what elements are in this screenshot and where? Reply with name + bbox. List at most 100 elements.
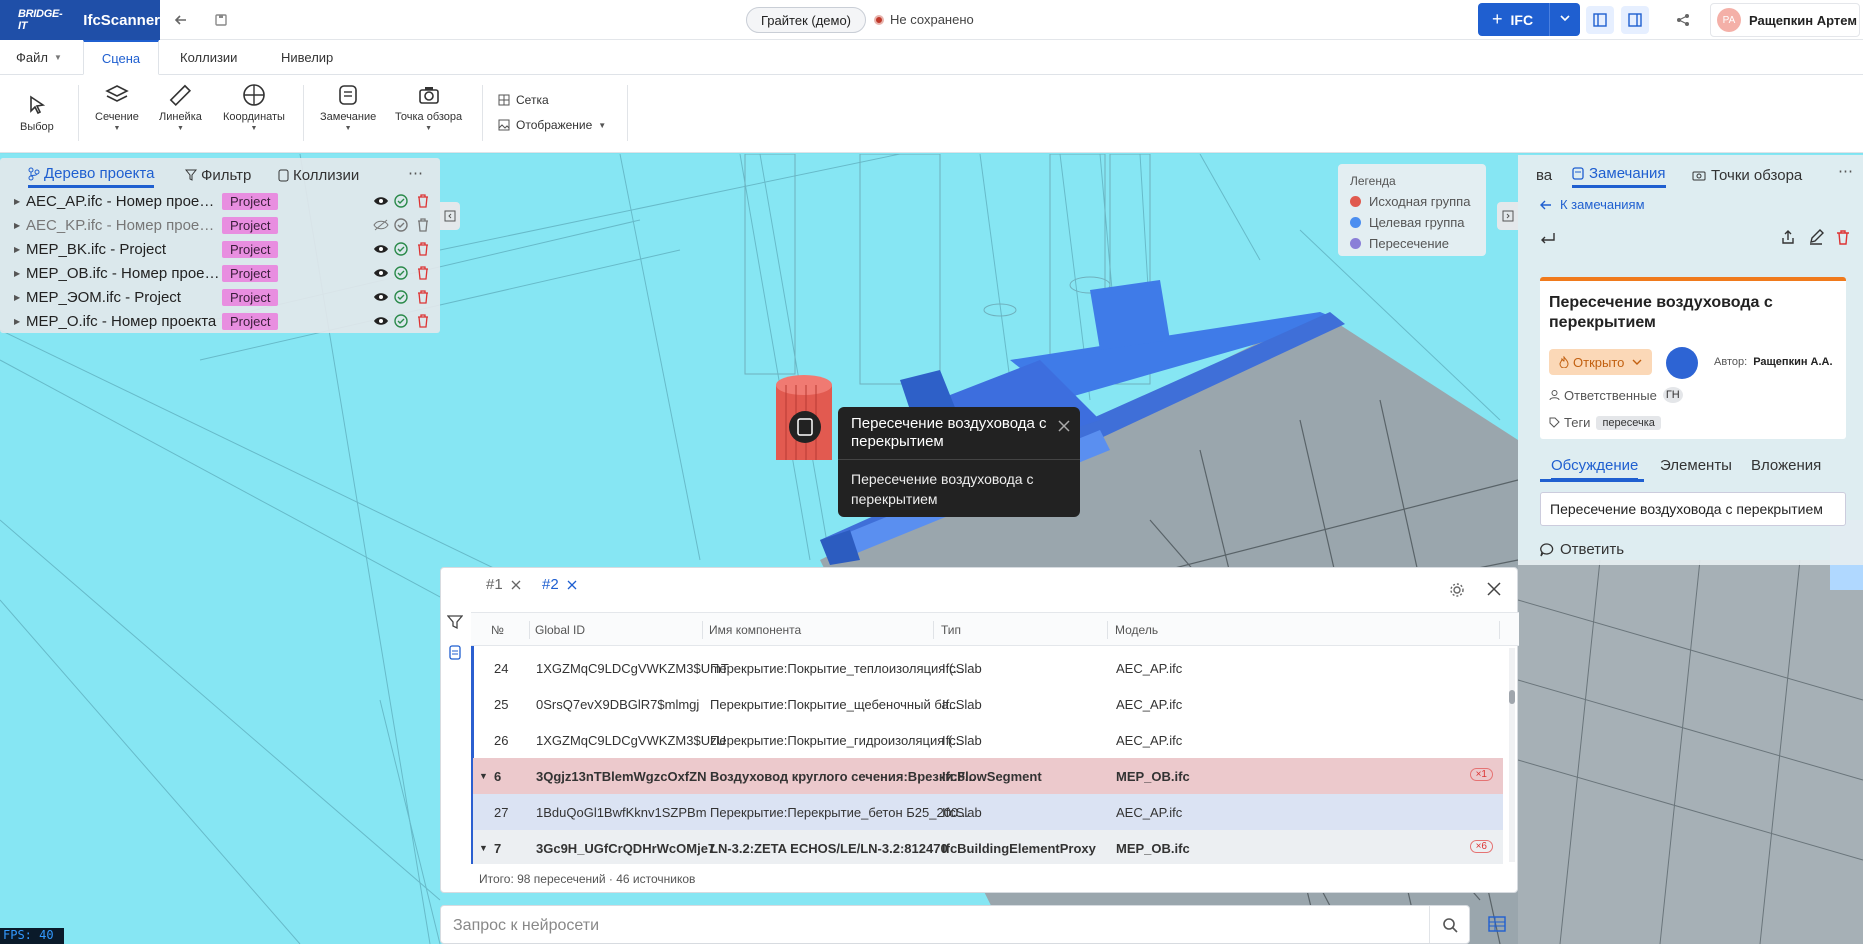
check-circle-icon[interactable] <box>394 218 408 232</box>
collapse-caret-icon[interactable]: ▼ <box>479 771 488 781</box>
eye-icon[interactable] <box>373 195 389 207</box>
check-circle-icon[interactable] <box>394 266 408 280</box>
coordinates-tool[interactable]: Координаты ▼ <box>223 83 285 132</box>
eye-icon[interactable] <box>373 315 389 327</box>
ruler-tool[interactable]: Линейка ▼ <box>159 83 202 132</box>
user-menu[interactable]: РА Ращепкин Артем <box>1710 3 1860 37</box>
tab-elements[interactable]: Элементы <box>1660 457 1732 481</box>
scrollbar-thumb[interactable] <box>1509 690 1515 704</box>
tab-collisions-panel[interactable]: Коллизии <box>278 162 359 188</box>
check-circle-icon[interactable] <box>394 314 408 328</box>
close-panel-icon[interactable] <box>1487 582 1501 596</box>
save-icon[interactable] <box>207 6 235 34</box>
eye-off-icon[interactable] <box>373 219 389 231</box>
tab-project-tree[interactable]: Дерево проекта <box>28 162 155 188</box>
check-circle-icon[interactable] <box>394 194 408 208</box>
search-icon[interactable] <box>1429 906 1469 943</box>
edit-icon[interactable] <box>1808 229 1824 245</box>
eye-icon[interactable] <box>373 267 389 279</box>
filter-icon[interactable] <box>447 614 463 630</box>
ai-query-input[interactable]: Запрос к нейросети <box>440 905 1470 944</box>
tab-scene[interactable]: Сцена <box>83 40 159 75</box>
reply-button[interactable]: Ответить <box>1540 541 1624 558</box>
share-icon[interactable] <box>1669 6 1697 34</box>
tab-attachments[interactable]: Вложения <box>1751 457 1821 481</box>
trash-icon[interactable] <box>417 290 429 304</box>
tab-leveler[interactable]: Нивелир <box>281 40 333 75</box>
close-icon[interactable] <box>511 580 521 590</box>
trash-icon[interactable] <box>417 218 429 232</box>
more-icon[interactable]: ⋯ <box>408 164 423 182</box>
expand-icon[interactable]: ▶ <box>14 245 20 254</box>
document-list-icon[interactable] <box>449 644 461 660</box>
collapse-caret-icon[interactable]: ▼ <box>479 843 488 853</box>
chevron-down-icon[interactable] <box>1558 11 1572 25</box>
back-to-remarks-link[interactable]: К замечаниям <box>1540 197 1645 212</box>
layout-left-icon[interactable] <box>1586 6 1614 34</box>
remark-tool[interactable]: Замечание ▼ <box>320 83 376 132</box>
return-icon[interactable] <box>1540 231 1556 245</box>
status-dropdown[interactable]: Открыто <box>1549 349 1653 375</box>
tab-result-1[interactable]: #1 <box>486 576 521 593</box>
tab-discussion[interactable]: Обсуждение <box>1551 457 1639 481</box>
tree-item[interactable]: ▶ AEC_AP.ifc - Номер проекта Project <box>0 189 440 213</box>
trash-icon[interactable] <box>417 314 429 328</box>
check-circle-icon[interactable] <box>394 290 408 304</box>
table-row[interactable]: 26 1XGZMqC9LDCgVWKZM3$UzU Перекрытие:Пок… <box>473 722 1503 758</box>
collapse-left-panel-icon[interactable] <box>440 202 460 230</box>
trash-icon[interactable] <box>417 194 429 208</box>
tab-collisions[interactable]: Коллизии <box>180 40 237 75</box>
tab-truncated[interactable]: ва <box>1536 162 1552 188</box>
table-row[interactable]: 25 0SrsQ7evX9DBGlR7$mlmgj Перекрытие:Пок… <box>473 686 1503 722</box>
trash-icon[interactable] <box>417 266 429 280</box>
export-icon[interactable] <box>1780 229 1796 245</box>
check-circle-icon[interactable] <box>394 242 408 256</box>
tree-item[interactable]: ▶ AEC_KP.ifc - Номер проекта Project <box>0 213 440 237</box>
column-header[interactable]: Модель <box>1115 623 1158 637</box>
column-header[interactable]: Тип <box>941 623 961 637</box>
eye-icon[interactable] <box>373 291 389 303</box>
tree-item[interactable]: ▶ MEP_OB.ifc - Номер проекта Project <box>0 261 440 285</box>
section-tool[interactable]: Сечение ▼ <box>95 83 139 132</box>
add-ifc-button[interactable]: + IFC <box>1478 3 1580 36</box>
settings-icon[interactable] <box>1449 582 1465 598</box>
back-arrow-icon[interactable] <box>167 6 195 34</box>
column-header[interactable]: Global ID <box>535 623 585 637</box>
expand-icon[interactable]: ▶ <box>14 197 20 206</box>
tree-item[interactable]: ▶ MEP_BK.ifc - Project Project <box>0 237 440 261</box>
close-icon[interactable] <box>567 580 577 590</box>
layout-right-icon[interactable] <box>1621 6 1649 34</box>
file-menu[interactable]: Файл ▼ <box>16 40 62 75</box>
tree-item[interactable]: ▶ MEP_O.ifc - Номер проекта Project <box>0 309 440 333</box>
close-icon[interactable] <box>1058 420 1070 432</box>
select-tool[interactable]: Выбор <box>20 93 54 133</box>
trash-icon[interactable] <box>417 242 429 256</box>
table-row-group[interactable]: ▼ 6 3Qgjz13nTBlemWgzcOxfZN Воздуховод кр… <box>473 758 1503 794</box>
tab-viewpoints[interactable]: Точки обзора <box>1692 162 1802 188</box>
expand-icon[interactable]: ▶ <box>14 317 20 326</box>
expand-icon[interactable]: ▶ <box>14 221 20 230</box>
responsible-row[interactable]: Ответственные ГН <box>1549 387 1683 403</box>
tab-filter[interactable]: Фильтр <box>185 162 251 188</box>
tree-item[interactable]: ▶ MEP_ЭОМ.ifc - Project Project <box>0 285 440 309</box>
table-row[interactable]: 24 1XGZMqC9LDCgVWKZM3$UmT Перекрытие:Пок… <box>473 650 1503 686</box>
scrollbar-track[interactable] <box>1509 648 1515 862</box>
more-icon[interactable]: ⋯ <box>1838 162 1853 180</box>
grid-toggle[interactable]: Сетка <box>498 93 549 107</box>
app-logo[interactable]: BRIDGE-IT IfcScanner <box>0 0 160 40</box>
table-row[interactable]: 27 1BduQoGl1BwfKknv1SZPBm Перекрытие:Пер… <box>473 794 1503 830</box>
table-row-group[interactable]: ▼ 7 3Gc9H_UGfCrQDHrWcOMje7 LN-3.2:ZETA E… <box>473 830 1503 864</box>
table-toggle-icon[interactable] <box>1488 916 1506 932</box>
expand-icon[interactable]: ▶ <box>14 293 20 302</box>
column-header[interactable]: Имя компонента <box>709 623 801 637</box>
collapse-right-panel-icon[interactable] <box>1497 202 1518 230</box>
tags-row[interactable]: Теги пересечка <box>1549 415 1661 430</box>
color-picker[interactable] <box>1666 347 1698 379</box>
project-selector[interactable]: Грайтек (демо) <box>746 7 867 33</box>
eye-icon[interactable] <box>373 243 389 255</box>
display-menu[interactable]: Отображение ▼ <box>498 118 606 132</box>
expand-icon[interactable]: ▶ <box>14 269 20 278</box>
trash-icon[interactable] <box>1836 229 1850 245</box>
viewpoint-tool[interactable]: Точка обзора ▼ <box>395 83 462 132</box>
tab-result-2[interactable]: #2 <box>542 576 577 593</box>
